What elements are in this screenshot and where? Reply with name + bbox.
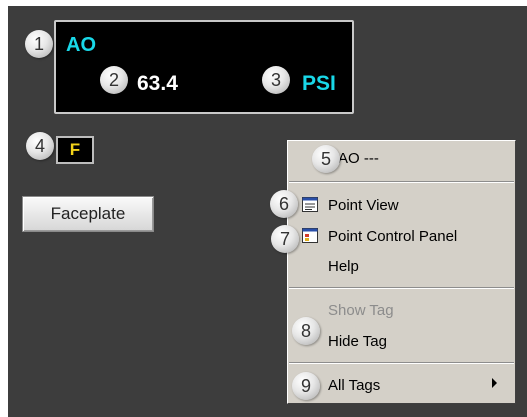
status-letter: F — [69, 140, 81, 159]
callout-badge: 9 — [292, 372, 320, 400]
ao-value: 63.4 — [137, 72, 178, 95]
callout-badge: 6 — [270, 190, 298, 218]
callout-badge: 5 — [312, 145, 340, 173]
callout-badge: 8 — [292, 317, 320, 345]
submenu-arrow-icon — [492, 378, 497, 388]
menu-item-show-tag: Show Tag — [328, 302, 394, 319]
faceplate-button[interactable]: Faceplate — [22, 196, 154, 232]
ao-tag-name: AO — [66, 34, 96, 56]
menu-item-point-control-panel[interactable]: Point Control Panel — [328, 228, 457, 245]
menu-separator — [289, 362, 514, 364]
point-view-icon — [302, 197, 318, 212]
menu-item-all-tags[interactable]: All Tags — [328, 377, 380, 394]
callout-badge: 4 — [26, 132, 54, 160]
menu-item-point-view[interactable]: Point View — [328, 197, 399, 214]
ao-units: PSI — [302, 72, 336, 95]
callout-badge: 2 — [100, 66, 128, 94]
menu-item-ao-header[interactable]: AO --- — [338, 150, 379, 167]
context-menu — [287, 140, 516, 404]
point-control-panel-icon — [302, 228, 318, 243]
menu-item-hide-tag[interactable]: Hide Tag — [328, 333, 387, 350]
menu-separator — [289, 181, 514, 183]
callout-badge: 1 — [25, 30, 53, 58]
callout-badge: 7 — [271, 225, 299, 253]
callout-badge: 3 — [262, 66, 290, 94]
menu-item-help[interactable]: Help — [328, 258, 359, 275]
menu-separator — [289, 287, 514, 289]
ao-display-box[interactable] — [54, 20, 354, 114]
